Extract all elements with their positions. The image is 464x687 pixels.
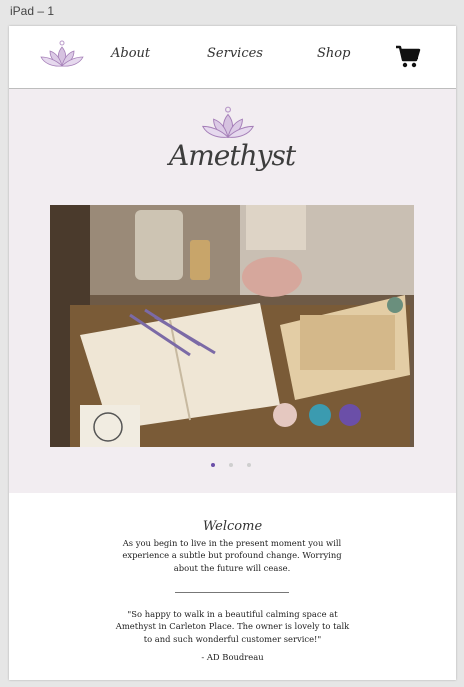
testimonial-author: - AD Boudreau [201, 652, 264, 662]
brand-name: Amethyst [169, 139, 296, 172]
welcome-title: Welcome [202, 519, 263, 534]
artboard: About Services Shop Amethyst Welcome As … [9, 26, 456, 680]
lotus-icon [202, 106, 254, 138]
quote-line: "So happy to walk in a beautiful calming… [127, 609, 338, 619]
hero-section: Amethyst [9, 89, 456, 493]
quote-line: Amethyst in Carleton Place. The owner is… [115, 621, 350, 632]
welcome-line: experience a subtle but profound change.… [122, 550, 342, 561]
welcome-line: As you begin to live in the present mome… [122, 538, 342, 548]
welcome-text: As you begin to live in the present mome… [107, 537, 357, 574]
testimonial-quote: "So happy to walk in a beautiful calming… [101, 608, 364, 645]
carousel-dot-3[interactable] [247, 463, 251, 467]
welcome-line: about the future will cease. [173, 562, 291, 573]
nav-link-shop[interactable]: Shop [317, 46, 350, 61]
carousel-dot-1[interactable] [211, 463, 215, 467]
welcome-section: Welcome As you begin to live in the pres… [9, 493, 456, 680]
navbar: About Services Shop [9, 26, 456, 89]
divider [175, 592, 289, 593]
carousel-dot-2[interactable] [229, 463, 233, 467]
quote-line: to and such wonderful customer service!" [143, 633, 322, 644]
carousel-image[interactable] [50, 205, 414, 447]
artboard-label: iPad – 1 [10, 4, 55, 18]
carousel-indicators [209, 463, 259, 469]
lotus-icon[interactable] [39, 40, 85, 70]
shopping-cart-icon[interactable] [395, 45, 421, 69]
nav-link-about[interactable]: About [111, 46, 150, 61]
nav-link-services[interactable]: Services [207, 46, 263, 61]
